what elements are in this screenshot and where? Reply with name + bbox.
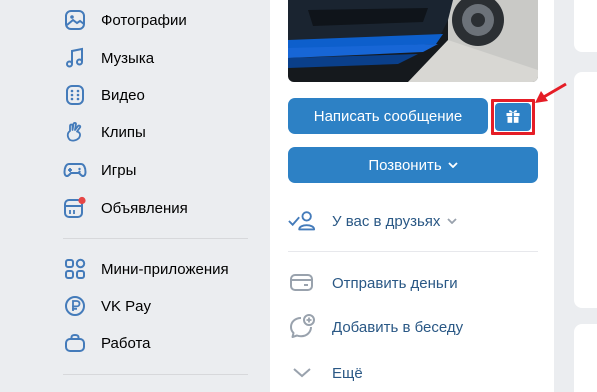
chevron-down-icon [447,218,458,224]
chevron-down-icon [288,359,316,387]
add-to-chat-action[interactable]: Добавить в беседу [288,310,538,344]
friend-status-label: У вас в друзьях [332,212,441,230]
video-icon [63,83,87,107]
clips-icon [63,120,87,144]
more-actions-label: Ещё [332,364,363,382]
nav-item-music[interactable]: Музыка [63,44,154,72]
nav-label: Музыка [101,49,155,67]
nav-divider [63,238,248,239]
gift-button-highlight [491,99,535,135]
send-money-label: Отправить деньги [332,274,458,292]
nav-item-vk-pay[interactable]: VK Pay [63,292,151,320]
nav-item-photos[interactable]: Фотографии [63,6,187,34]
more-actions[interactable]: Ещё [288,356,538,390]
music-icon [63,46,87,70]
send-message-label: Написать сообщение [313,107,463,125]
nav-label: Мини-приложения [101,260,229,278]
nav-item-classifieds[interactable]: Объявления [63,194,188,222]
left-navigation: Фотографии Музыка Видео Клипы Игры Объяв… [0,0,268,392]
nav-label: Объявления [101,199,188,217]
nav-item-clips[interactable]: Клипы [63,118,146,146]
nav-divider [63,374,248,375]
right-panel [574,0,597,52]
profile-photo[interactable] [288,0,538,82]
call-button[interactable]: Позвонить [288,147,538,183]
annotation-arrow-icon [535,82,567,103]
nav-item-video[interactable]: Видео [63,81,145,109]
nav-item-mini-apps[interactable]: Мини-приложения [63,255,229,283]
money-transfer-icon [288,269,316,297]
briefcase-icon [63,331,87,355]
nav-label: Фотографии [101,11,187,29]
gift-button[interactable] [495,103,531,131]
right-panel [574,324,597,392]
right-panel [574,72,597,308]
nav-label: VK Pay [101,297,152,315]
vkpay-icon [63,294,87,318]
send-money-action[interactable]: Отправить деньги [288,266,538,300]
actions-divider [288,251,538,252]
nav-item-work[interactable]: Работа [63,329,151,357]
gift-icon [505,108,521,127]
apps-grid-icon [63,257,87,281]
nav-label: Игры [101,161,137,179]
friend-check-icon [288,207,316,235]
send-message-button[interactable]: Написать сообщение [288,98,488,134]
nav-label: Клипы [101,123,146,141]
gamepad-icon [63,158,87,182]
call-label: Позвонить [368,156,442,174]
classifieds-icon [63,196,87,220]
add-to-chat-label: Добавить в беседу [332,318,464,336]
nav-label: Видео [101,86,145,104]
nav-label: Работа [101,334,151,352]
add-to-chat-icon [288,313,316,341]
chevron-down-icon [448,162,458,168]
nav-item-games[interactable]: Игры [63,156,136,184]
photo-icon [63,8,87,32]
profile-column: Написать сообщение Позвонить У вас в дру… [270,0,554,392]
friend-status-dropdown[interactable]: У вас в друзьях [288,204,538,238]
